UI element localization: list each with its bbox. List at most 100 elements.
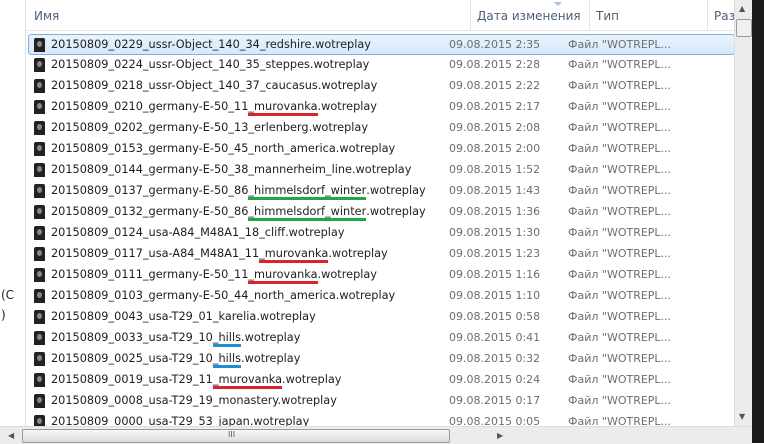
file-name-text: 20150809_0202_germany-E-50_13_erlenberg.… bbox=[51, 121, 369, 134]
file-date: 09.08.2015 2:28 bbox=[449, 58, 541, 71]
nav-fragment: ) bbox=[1, 308, 6, 322]
navigation-pane[interactable]: (C ) bbox=[0, 0, 26, 443]
file-row[interactable]: 20150809_0202_germany-E-50_13_erlenberg.… bbox=[29, 118, 734, 138]
scroll-down-icon[interactable]: ▼ bbox=[739, 412, 745, 421]
file-row[interactable]: 20150809_0137_germany-E-50_86_himmelsdor… bbox=[29, 181, 734, 201]
column-header-name[interactable]: Имя bbox=[34, 9, 59, 23]
file-name: 20150809_0229_ussr-Object_140_34_redshir… bbox=[51, 38, 371, 51]
file-name-text: 20150809_0033_usa-T29_10 bbox=[51, 331, 213, 344]
file-extension: .wotreplay bbox=[366, 184, 426, 197]
file-row[interactable]: 20150809_0153_germany-E-50_45_north_amer… bbox=[29, 139, 734, 159]
file-type: Файл "WOTREPL... bbox=[568, 352, 672, 365]
file-name: 20150809_0111_germany-E-50_11_murovanka.… bbox=[51, 268, 377, 284]
file-date: 09.08.2015 0:17 bbox=[449, 394, 541, 407]
replay-file-icon bbox=[34, 247, 45, 261]
column-divider[interactable] bbox=[589, 0, 590, 30]
scroll-left-icon[interactable]: ◀ bbox=[8, 431, 14, 440]
file-type: Файл "WOTREPL... bbox=[568, 100, 672, 113]
file-type: Файл "WOTREPL... bbox=[568, 247, 672, 260]
file-row[interactable]: 20150809_0019_usa-T29_11_murovanka.wotre… bbox=[29, 370, 734, 390]
file-row[interactable]: 20150809_0218_ussr-Object_140_37_caucasu… bbox=[29, 76, 734, 96]
vertical-scrollbar[interactable]: ▲ ▼ bbox=[734, 0, 752, 426]
window-frame bbox=[752, 0, 764, 443]
underlined-map-name: _hills bbox=[212, 352, 241, 368]
file-date: 09.08.2015 1:16 bbox=[449, 268, 541, 281]
file-row[interactable]: 20150809_0224_ussr-Object_140_35_steppes… bbox=[29, 55, 734, 75]
horizontal-scroll-thumb[interactable]: III bbox=[22, 429, 450, 443]
file-date: 09.08.2015 1:30 bbox=[449, 226, 541, 239]
file-row[interactable]: 20150809_0033_usa-T29_10_hills.wotreplay… bbox=[29, 328, 734, 348]
file-extension: .wotreplay bbox=[366, 205, 426, 218]
replay-file-icon bbox=[34, 226, 45, 240]
file-name: 20150809_0153_germany-E-50_45_north_amer… bbox=[51, 142, 395, 155]
replay-file-icon bbox=[34, 163, 45, 177]
file-extension: .wotreplay bbox=[240, 352, 301, 365]
column-header-size[interactable]: Раз bbox=[714, 9, 734, 23]
file-row[interactable]: 20150809_0210_germany-E-50_11_murovanka.… bbox=[29, 97, 734, 117]
underlined-map-name: _hills bbox=[212, 331, 241, 347]
sort-arrow-icon bbox=[554, 2, 562, 6]
file-extension: .wotreplay bbox=[240, 331, 301, 344]
replay-file-icon bbox=[34, 121, 45, 135]
file-type: Файл "WOTREPL... bbox=[568, 121, 672, 134]
file-type: Файл "WOTREPL... bbox=[568, 289, 672, 302]
replay-file-icon bbox=[34, 394, 45, 408]
column-divider[interactable] bbox=[707, 0, 708, 30]
scroll-right-icon[interactable]: ▶ bbox=[497, 431, 503, 440]
file-name-text: 20150809_0043_usa-T29_01_karelia.wotrepl… bbox=[51, 310, 316, 323]
scroll-up-icon[interactable]: ▲ bbox=[739, 4, 745, 13]
underlined-map-name: _himmelsdorf_winter bbox=[248, 184, 367, 200]
replay-file-icon bbox=[34, 310, 45, 324]
replay-file-icon bbox=[34, 331, 45, 345]
file-name: 20150809_0224_ussr-Object_140_35_steppes… bbox=[51, 58, 369, 71]
column-header-type[interactable]: Тип bbox=[596, 9, 619, 23]
replay-file-icon bbox=[34, 373, 45, 387]
file-row[interactable]: 20150809_0124_usa-A84_M48A1_18_cliff.wot… bbox=[29, 223, 734, 243]
replay-file-icon bbox=[34, 100, 45, 114]
file-row[interactable]: 20150809_0025_usa-T29_10_hills.wotreplay… bbox=[29, 349, 734, 369]
horizontal-scrollbar[interactable]: ◀ III ▶ bbox=[0, 426, 752, 444]
file-type: Файл "WOTREPL... bbox=[568, 373, 672, 386]
file-name-text: 20150809_0137_germany-E-50_86 bbox=[51, 184, 249, 197]
file-row[interactable]: 20150809_0144_germany-E-50_38_mannerheim… bbox=[29, 160, 734, 180]
file-date: 09.08.2015 2:35 bbox=[449, 38, 541, 51]
file-row[interactable]: 20150809_0111_germany-E-50_11_murovanka.… bbox=[29, 265, 734, 285]
vertical-scroll-thumb[interactable] bbox=[736, 19, 752, 37]
file-extension: .wotreplay bbox=[282, 373, 342, 386]
file-name: 20150809_0210_germany-E-50_11_murovanka.… bbox=[51, 100, 377, 116]
file-name: 20150809_0103_germany-E-50_44_north_amer… bbox=[51, 289, 395, 302]
file-row[interactable]: 20150809_0117_usa-A84_M48A1_11_murovanka… bbox=[29, 244, 734, 264]
file-row[interactable]: 20150809_0008_usa-T29_19_monastery.wotre… bbox=[29, 391, 734, 411]
file-name-text: 20150809_0008_usa-T29_19_monastery.wotre… bbox=[51, 394, 337, 407]
file-name-text: 20150809_0111_germany-E-50_11 bbox=[51, 268, 249, 281]
replay-file-icon bbox=[34, 184, 45, 198]
replay-file-icon bbox=[34, 205, 45, 219]
file-date: 09.08.2015 0:41 bbox=[449, 331, 541, 344]
underlined-map-name: _murovanka bbox=[259, 247, 329, 263]
file-date: 09.08.2015 1:10 bbox=[449, 289, 541, 302]
file-name-text: 20150809_0019_usa-T29_11 bbox=[51, 373, 213, 386]
file-type: Файл "WOTREPL... bbox=[568, 58, 672, 71]
file-name-text: 20150809_0117_usa-A84_M48A1_11 bbox=[51, 247, 260, 260]
file-name-text: 20150809_0153_germany-E-50_45_north_amer… bbox=[51, 142, 396, 155]
file-row[interactable]: 20150809_0229_ussr-Object_140_34_redshir… bbox=[28, 34, 735, 55]
file-row[interactable]: 20150809_0132_germany-E-50_86_himmelsdor… bbox=[29, 202, 734, 222]
file-row[interactable]: 20150809_0043_usa-T29_01_karelia.wotrepl… bbox=[29, 307, 734, 327]
file-date: 09.08.2015 1:36 bbox=[449, 205, 541, 218]
file-name: 20150809_0043_usa-T29_01_karelia.wotrepl… bbox=[51, 310, 316, 323]
file-date: 09.08.2015 2:00 bbox=[449, 142, 541, 155]
file-extension: .wotreplay bbox=[317, 100, 377, 113]
file-date: 09.08.2015 1:23 bbox=[449, 247, 541, 260]
file-type: Файл "WOTREPL... bbox=[568, 394, 672, 407]
column-divider[interactable] bbox=[470, 0, 471, 30]
file-name: 20150809_0202_germany-E-50_13_erlenberg.… bbox=[51, 121, 368, 134]
column-header-date[interactable]: Дата изменения bbox=[477, 9, 581, 23]
file-row[interactable]: 20150809_0103_germany-E-50_44_north_amer… bbox=[29, 286, 734, 306]
file-extension: .wotreplay bbox=[328, 247, 388, 260]
file-date: 09.08.2015 1:52 bbox=[449, 163, 541, 176]
replay-file-icon bbox=[34, 142, 45, 156]
file-name-text: 20150809_0144_germany-E-50_38_mannerheim… bbox=[51, 163, 412, 176]
file-type: Файл "WOTREPL... bbox=[568, 79, 672, 92]
file-name-text: 20150809_0218_ussr-Object_140_37_caucasu… bbox=[51, 79, 378, 92]
underlined-map-name: _himmelsdorf_winter bbox=[248, 205, 367, 221]
